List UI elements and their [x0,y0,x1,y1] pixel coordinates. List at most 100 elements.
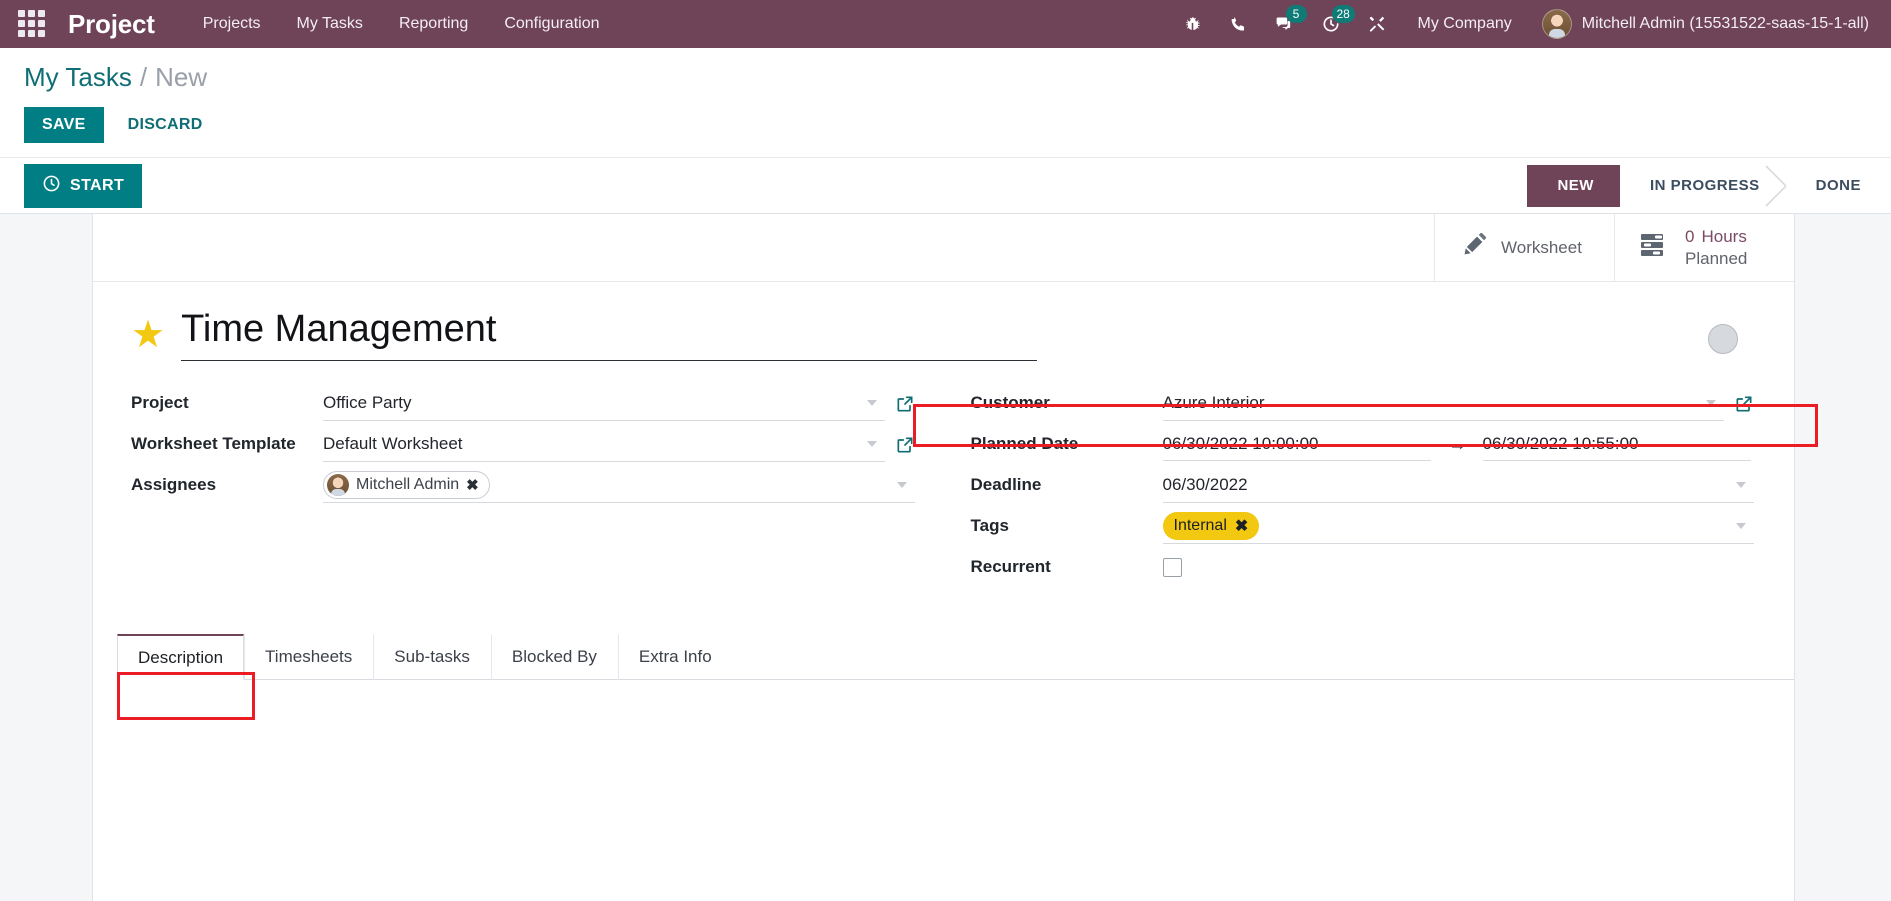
field-deadline: Deadline 06/30/2022 [971,469,1754,505]
description-editor[interactable] [117,679,1794,850]
clock-icon [42,174,61,198]
internal-link-icon[interactable] [1734,394,1754,414]
field-worksheet-template: Worksheet Template Default Worksheet [131,428,915,464]
start-button-label: START [70,176,125,194]
field-tags: Tags Internal ✖ [971,510,1754,546]
task-name-input[interactable]: Time Management [181,308,1038,361]
form-column-left: Project Office Party Worksheet Template … [131,387,915,592]
app-brand-project[interactable]: Project [68,9,155,40]
assignee-chip[interactable]: Mitchell Admin ✖ [323,471,490,500]
field-customer: Customer Azure Interior [971,387,1755,423]
breadcrumb: My Tasks / New [0,48,1891,97]
chevron-down-icon[interactable] [896,481,907,488]
field-tags-input[interactable]: Internal ✖ [1162,510,1754,544]
stage-done[interactable]: DONE [1785,164,1891,207]
tab-sub-tasks[interactable]: Sub-tasks [373,633,491,680]
field-assignees: Assignees Mitchell Admin ✖ [131,469,915,505]
stage-in-progress[interactable]: IN PROGRESS [1619,164,1787,207]
chevron-down-icon[interactable] [1706,399,1716,406]
stat-button-box: Worksheet 0 Hours Planned [93,214,1794,282]
notebook-tabs: Description Timesheets Sub-tasks Blocked… [117,633,1794,680]
control-panel: My Tasks / New SAVE DISCARD [0,48,1891,158]
stat-button-planned-hours[interactable]: 0 Hours Planned [1614,214,1794,281]
bars-icon [1641,232,1671,263]
avatar[interactable] [1708,324,1738,354]
tag-badge-internal[interactable]: Internal ✖ [1162,512,1260,541]
chevron-right-icon [1765,164,1787,207]
bug-icon[interactable] [1172,3,1214,45]
breadcrumb-item-my-tasks[interactable]: My Tasks [24,62,132,93]
field-worksheet-template-label: Worksheet Template [131,433,296,453]
stat-button-hours-unit: Hours [1701,227,1747,247]
field-worksheet-template-input[interactable]: Default Worksheet [323,428,885,462]
sheet-body: ★ Time Management Project Office Party W… [93,282,1818,850]
activities-clock-icon[interactable]: 28 [1310,3,1355,45]
chevron-right-icon [1598,164,1621,207]
sheet-background: Worksheet 0 Hours Planned ★ Time Managem… [0,214,1891,901]
stage-done-label: DONE [1815,177,1861,194]
tab-timesheets[interactable]: Timesheets [244,633,373,680]
start-button[interactable]: START [24,163,143,208]
field-project-label: Project [131,392,189,412]
field-customer-value: Azure Interior [1162,393,1265,413]
close-icon[interactable]: ✖ [466,476,479,494]
discard-button[interactable]: DISCARD [110,107,221,143]
stat-button-worksheet[interactable]: Worksheet [1434,214,1614,281]
field-assignees-label: Assignees [131,474,217,494]
chevron-down-icon[interactable] [1736,481,1746,488]
user-menu[interactable]: Mitchell Admin (15531522-saas-15-1-all) [1532,5,1877,43]
activities-badge: 28 [1331,5,1355,23]
main-menu: Projects My Tasks Reporting Configuratio… [185,7,618,41]
close-icon[interactable]: ✖ [1235,516,1248,536]
phone-icon[interactable] [1218,3,1260,45]
chevron-down-icon[interactable] [866,399,877,406]
pencil-icon [1461,232,1487,263]
chevron-down-icon[interactable] [1736,522,1746,529]
field-assignees-input[interactable]: Mitchell Admin ✖ [323,469,915,503]
field-recurrent-value [1162,551,1755,585]
chevron-down-icon[interactable] [866,440,877,447]
field-deadline-input[interactable]: 06/30/2022 [1162,469,1754,503]
field-recurrent: Recurrent [971,551,1755,587]
form-sheet: Worksheet 0 Hours Planned ★ Time Managem… [92,214,1818,901]
company-switcher[interactable]: My Company [1402,7,1528,41]
menu-item-my-tasks[interactable]: My Tasks [279,7,381,41]
planned-date-start-input[interactable]: 06/30/2022 10:00:00 [1162,428,1431,461]
user-name-label: Mitchell Admin (15531522-saas-15-1-all) [1581,15,1869,32]
recurrent-checkbox[interactable] [1162,558,1182,578]
internal-link-icon[interactable] [895,435,915,455]
title-row: ★ Time Management [93,308,1794,361]
field-worksheet-template-value: Default Worksheet [323,434,463,454]
form-column-right: Customer Azure Interior Planned Date 06/… [971,387,1755,592]
top-navbar: Project Projects My Tasks Reporting Conf… [0,0,1891,48]
breadcrumb-item-new: New [155,62,208,92]
avatar [1541,9,1572,39]
menu-item-projects[interactable]: Projects [185,7,279,41]
tab-extra-info[interactable]: Extra Info [617,633,733,680]
form-fields: Project Office Party Worksheet Template … [93,361,1794,592]
apps-grid-icon[interactable] [18,10,46,38]
field-customer-input[interactable]: Azure Interior [1162,387,1724,421]
breadcrumb-separator: / [139,62,148,92]
stage-new-label: NEW [1557,177,1594,194]
save-button[interactable]: SAVE [24,107,104,143]
tab-description[interactable]: Description [117,633,245,680]
tools-icon[interactable] [1356,3,1398,45]
stat-button-planned-label: Planned [1685,248,1748,268]
tab-blocked-by[interactable]: Blocked By [490,633,618,680]
record-actions: SAVE DISCARD [0,97,1891,157]
menu-item-configuration[interactable]: Configuration [486,7,617,41]
priority-star-icon[interactable]: ★ [131,316,165,354]
stat-button-worksheet-label: Worksheet [1501,237,1582,257]
field-recurrent-label: Recurrent [970,556,1051,576]
field-customer-label: Customer [970,392,1050,412]
stage-new[interactable]: NEW [1527,164,1621,207]
internal-link-icon[interactable] [895,394,915,414]
planned-date-end-input[interactable]: 06/30/2022 10:55:00 [1482,428,1751,461]
menu-item-reporting[interactable]: Reporting [381,7,486,41]
navbar-systray: 5 28 My Company Mitchell Admin (15531522… [1172,3,1878,45]
messages-icon[interactable]: 5 [1264,3,1307,45]
avatar [327,474,349,497]
arrow-right-icon: → [1448,433,1467,454]
field-project-input[interactable]: Office Party [323,387,885,421]
